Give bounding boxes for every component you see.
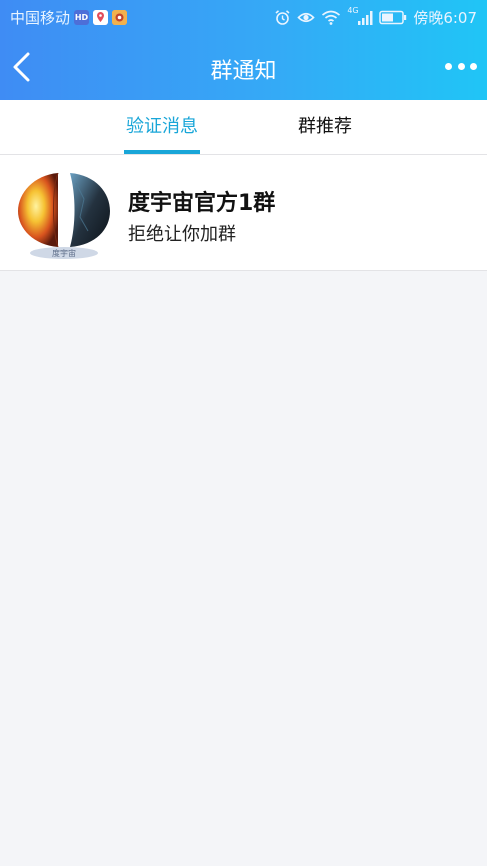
tab-label: 验证消息 xyxy=(126,116,198,137)
tab-label: 群推荐 xyxy=(298,116,352,137)
active-tab-indicator xyxy=(124,150,200,154)
app-header: 中国移动 HD 4G 傍晚6:07 群通知 xyxy=(0,0,487,100)
signal-bars-icon xyxy=(358,11,373,25)
nav-bar: 群通知 xyxy=(0,33,487,100)
status-bar-left: 中国移动 HD xyxy=(10,7,128,28)
eye-icon xyxy=(297,12,315,23)
more-options-button[interactable] xyxy=(445,55,477,77)
notification-message: 拒绝让你加群 xyxy=(128,224,236,245)
map-pin-icon xyxy=(93,10,109,25)
empty-content-area xyxy=(0,271,487,866)
status-bar: 中国移动 HD 4G 傍晚6:07 xyxy=(0,0,487,33)
group-avatar: 度宇宙 xyxy=(18,172,110,259)
wifi-icon xyxy=(322,10,341,25)
more-dot-icon xyxy=(470,62,477,70)
group-name: 度宇宙官方1群 xyxy=(128,191,276,216)
tab-group-recommendations[interactable]: 群推荐 xyxy=(296,100,354,154)
avatar-caption: 度宇宙 xyxy=(52,248,76,258)
alarm-icon xyxy=(275,10,290,25)
battery-icon xyxy=(379,10,407,25)
page-title: 群通知 xyxy=(210,59,277,84)
hd-icon: HD xyxy=(74,10,90,25)
camera-app-icon xyxy=(112,10,128,25)
tab-verification-messages[interactable]: 验证消息 xyxy=(124,100,200,154)
signal-indicator: 4G xyxy=(347,6,373,26)
more-dot-icon xyxy=(445,62,452,70)
more-dot-icon xyxy=(457,62,465,70)
status-bar-right: 4G 傍晚6:07 xyxy=(274,6,477,28)
tab-bar: 验证消息 群推荐 xyxy=(0,100,487,155)
clock-time: 傍晚6:07 xyxy=(413,9,477,27)
notification-item[interactable]: 度宇宙 度宇宙官方1群 拒绝让你加群 xyxy=(0,155,487,271)
carrier-name: 中国移动 xyxy=(10,9,71,27)
